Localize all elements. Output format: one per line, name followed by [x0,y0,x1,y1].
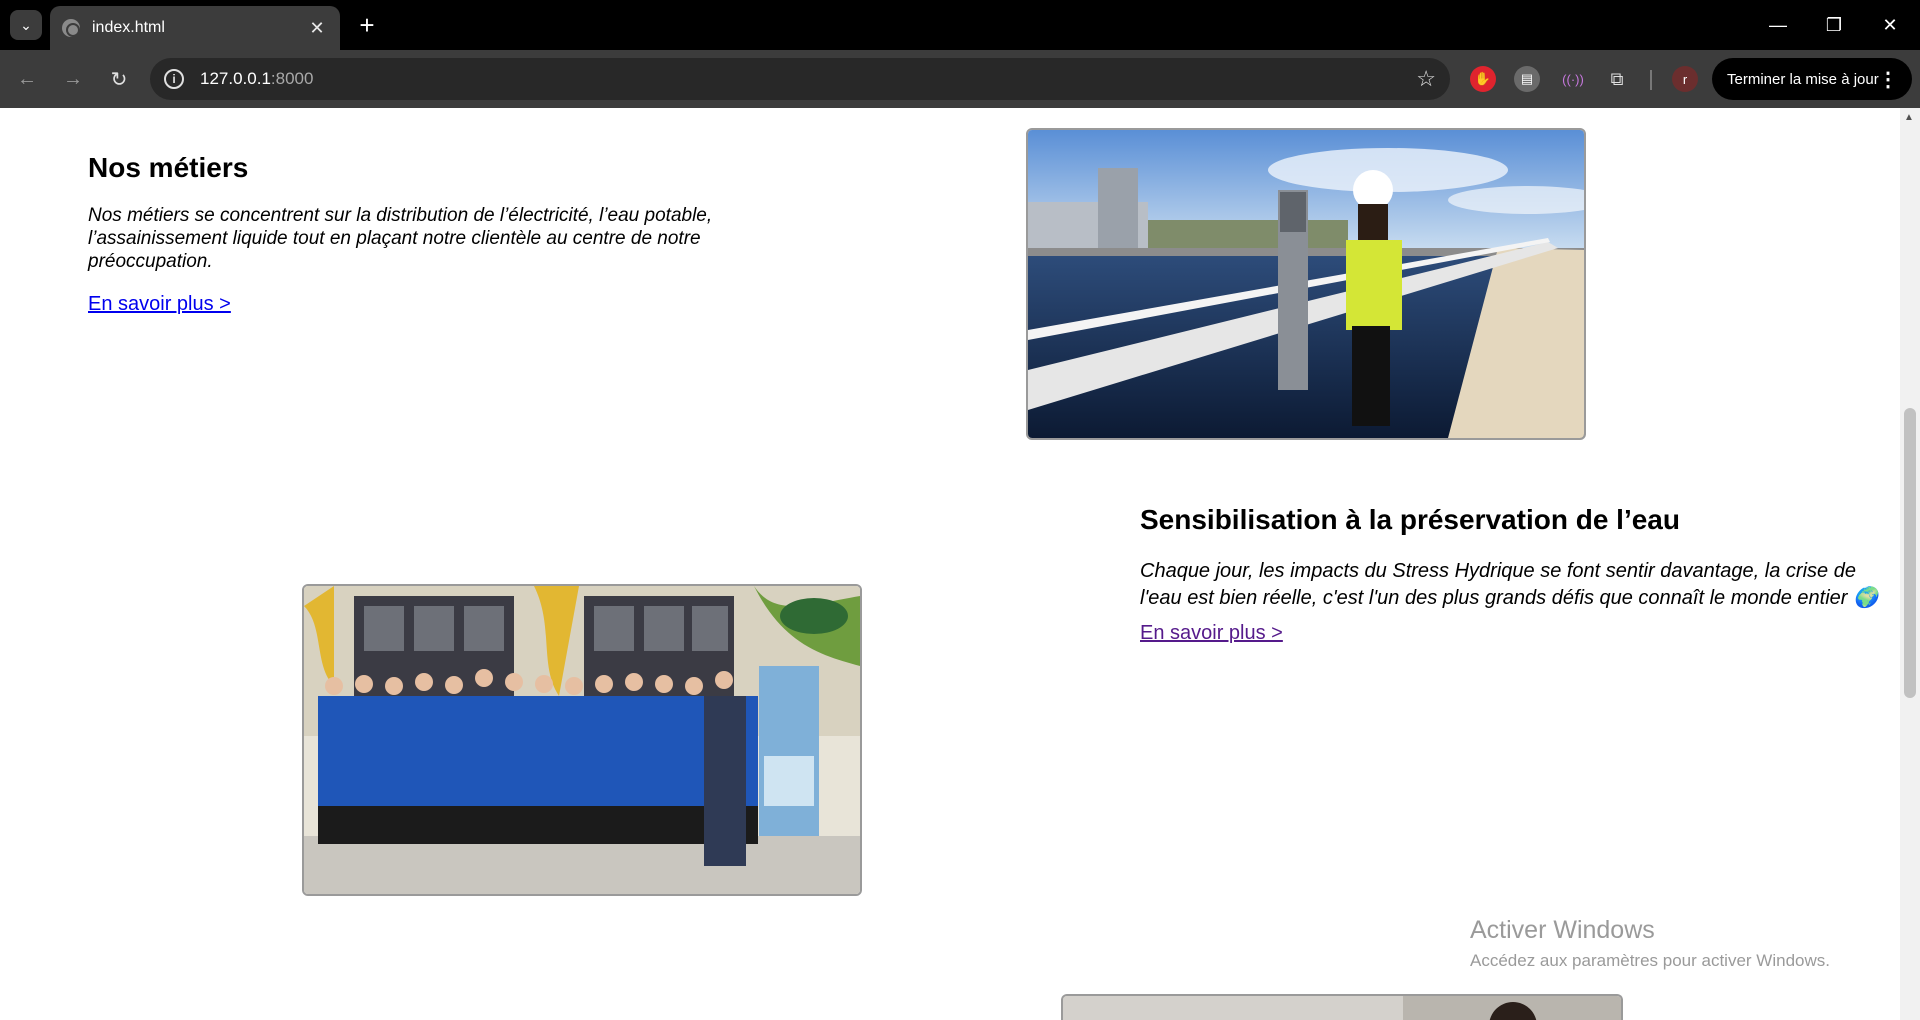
radio-extension-icon[interactable]: ((·)) [1560,66,1586,92]
new-tab-button[interactable]: + [352,10,382,40]
section-title: Nos métiers [88,152,249,183]
url-host: 127.0.0.1 [200,69,271,88]
back-button[interactable]: ← [12,64,42,94]
url-port: :8000 [270,69,314,88]
kebab-icon: ⋮ [1878,69,1898,91]
watermark-subtitle: Accédez aux paramètres pour activer Wind… [1470,951,1830,970]
browser-tab[interactable]: index.html ✕ [50,6,340,50]
forward-button[interactable]: → [58,64,88,94]
water-treatment-photo [1026,128,1586,440]
scrollbar-thumb[interactable] [1904,408,1916,698]
reload-button[interactable]: ↻ [104,64,134,94]
tab-title: index.html [92,19,165,36]
watermark-title: Activer Windows [1470,916,1655,944]
update-button[interactable]: Terminer la mise à jour ⋮ [1712,58,1912,100]
plus-icon: + [359,9,375,40]
close-icon: ✕ [1882,14,1898,35]
info-icon[interactable]: i [164,69,184,89]
globe-icon [62,19,80,37]
minimize-icon: — [1769,14,1787,35]
section-nos-metiers: Nos métiers Nos métiers se concentrent s… [88,152,768,316]
close-window-button[interactable]: ✕ [1870,8,1910,42]
en-savoir-plus-link[interactable]: En savoir plus > [1140,622,1283,645]
browser-toolbar: ← → ↻ i 127.0.0.1:8000 ☆ ✋ ▤ ((·)) ⧉ r T… [0,50,1920,108]
windows-activation-watermark: Activer Windows Accédez aux paramètres p… [1470,916,1830,971]
ublock-extension-icon[interactable]: ✋ [1470,66,1496,92]
school-group-photo [302,584,862,896]
restore-button[interactable]: ❐ [1814,8,1854,42]
tab-search-button[interactable]: ⌄ [10,10,42,40]
address-bar[interactable]: i 127.0.0.1:8000 ☆ [150,58,1450,100]
close-icon[interactable]: ✕ [306,17,328,39]
update-button-label: Terminer la mise à jour [1727,70,1879,88]
vertical-scrollbar[interactable]: ▲ [1900,108,1920,1020]
restore-icon: ❐ [1825,14,1843,35]
en-savoir-plus-link[interactable]: En savoir plus > [88,293,231,316]
section-title: Sensibilisation à la préservation de l’e… [1140,504,1680,535]
chart-extension-icon[interactable]: ▤ [1514,66,1540,92]
tab-strip: ⌄ index.html ✕ + — ❐ ✕ [0,0,1920,50]
page-viewport: Nos métiers Nos métiers se concentrent s… [0,108,1900,1020]
section-text: Nos métiers se concentrent sur la distri… [88,205,713,272]
minimize-button[interactable]: — [1758,8,1798,42]
arrow-left-icon: ← [17,67,37,90]
reload-icon: ↻ [110,68,128,91]
section-sensibilisation: Sensibilisation à la préservation de l’e… [1140,504,1880,645]
arrow-right-icon: → [63,67,83,90]
chevron-down-icon: ⌄ [20,16,32,33]
scroll-up-icon[interactable]: ▲ [1904,112,1914,123]
toolbar-separator [1650,70,1652,90]
section-text: Chaque jour, les impacts du Stress Hydri… [1140,560,1878,609]
puzzle-icon[interactable]: ⧉ [1604,66,1630,92]
next-section-photo [1061,994,1623,1020]
avatar[interactable]: r [1672,66,1698,92]
star-icon[interactable]: ☆ [1416,66,1436,92]
